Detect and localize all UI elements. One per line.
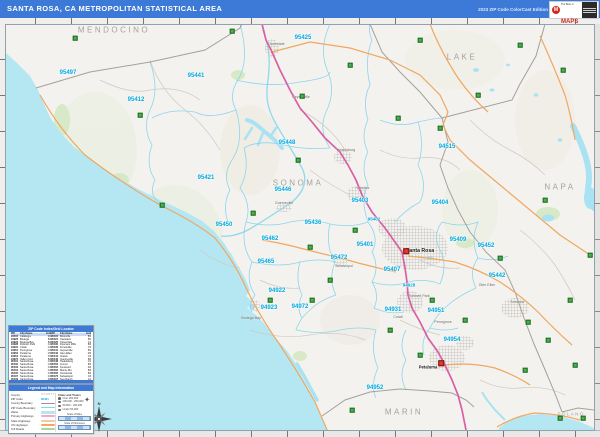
legend-cities-list: Cities and Towns Over 250,000 100,000 - 2… <box>55 392 91 432</box>
san-pablo-bay <box>498 414 594 430</box>
zip-index-panel: ZIP Code Index/Grid Locator ZIP City Name… <box>8 325 94 384</box>
legend-city-class: Under 50,000 <box>58 408 91 412</box>
svg-text:N: N <box>98 402 101 406</box>
logo-tagline: The Best in <box>561 3 574 6</box>
map-viewer-window: SANTA ROSA, CA METROPOLITAN STATISTICAL … <box>0 0 600 437</box>
zip-index-table: ZIP City Name Grid 94515 Calistoga D2 94922 Bod… <box>9 332 93 385</box>
scale-of-miles: Scale of Miles <box>58 413 91 421</box>
logo-info-box <box>582 2 597 18</box>
grid-ruler-left <box>0 24 6 430</box>
edition-label: 2023 ZIP Code ColorCast Edition <box>478 7 548 12</box>
map-title: SANTA ROSA, CA METROPOLITAN STATISTICAL … <box>7 4 223 13</box>
legend-symbol-list: County COUNTY ZIP Code 95401 County Boundary… <box>11 393 55 432</box>
legend-item-toll-roads: Toll Roads <box>11 427 55 431</box>
legend-panel: Legend and Map Information County COUNTY Z… <box>8 384 94 434</box>
publisher-logo: M The Best in MAPS <box>549 1 599 25</box>
logo-badge-icon: M <box>552 6 560 14</box>
title-bar: SANTA ROSA, CA METROPOLITAN STATISTICAL … <box>0 0 600 18</box>
zip-index-footer-bar <box>9 380 93 383</box>
grid-ruler-right <box>594 24 600 430</box>
scale-of-kilometers: Scale of Kilometers <box>58 422 91 430</box>
legend-compass-icon: ✦ <box>84 396 90 404</box>
logo-brand: MAPS <box>561 19 579 25</box>
grid-ruler-top <box>0 18 600 25</box>
